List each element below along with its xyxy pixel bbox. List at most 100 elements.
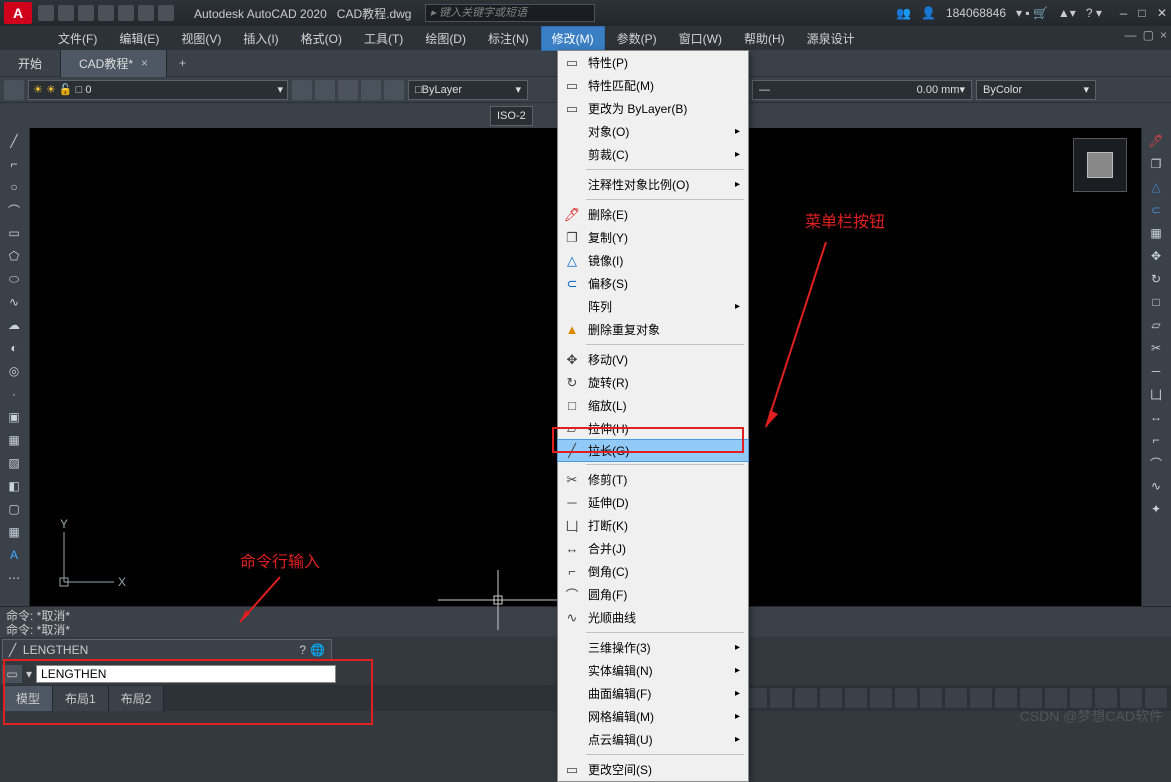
offset-icon[interactable]: ⊂ <box>1144 199 1168 221</box>
help-icon[interactable]: ? <box>299 643 306 657</box>
dim-inspect-icon[interactable] <box>364 106 386 126</box>
blend-icon[interactable]: ∿ <box>1144 475 1168 497</box>
qat-new-icon[interactable] <box>38 5 54 21</box>
globe-icon[interactable]: 🌐 <box>310 643 325 657</box>
otrack-icon[interactable] <box>820 688 842 708</box>
menu-item-缩放L[interactable]: □缩放(L) <box>558 394 748 417</box>
dim-baseline-icon[interactable] <box>220 106 242 126</box>
gradient-icon[interactable]: ◧ <box>2 475 26 497</box>
qat-save-icon[interactable] <box>78 5 94 21</box>
layer-tool-icon[interactable] <box>315 80 335 100</box>
menu-item-实体编辑N[interactable]: 实体编辑(N) <box>558 659 748 682</box>
menu-item-剪裁C[interactable]: 剪裁(C) <box>558 143 748 166</box>
break-icon[interactable]: 凵 <box>1144 383 1168 405</box>
block-icon[interactable]: ▣ <box>2 406 26 428</box>
menu-插入I[interactable]: 插入(I) <box>233 27 288 50</box>
dim-arc-icon[interactable] <box>52 106 74 126</box>
table-icon[interactable]: ▦ <box>2 521 26 543</box>
menu-item-延伸D[interactable]: ─延伸(D) <box>558 491 748 514</box>
help-icon[interactable]: ? ▾ <box>1086 6 1102 20</box>
workspace-icon[interactable] <box>945 688 967 708</box>
annotation-mon-icon[interactable] <box>970 688 992 708</box>
dim-jogged-icon[interactable] <box>124 106 146 126</box>
menu-item-复制Y[interactable]: ❐复制(Y) <box>558 226 748 249</box>
lineweight-dropdown[interactable]: — 0.00 mm ▾ <box>752 80 972 100</box>
user-icon[interactable]: 👤 <box>921 6 936 20</box>
annoscale-icon[interactable] <box>920 688 942 708</box>
search-input[interactable]: ▸ 键入关键字或短语 <box>425 4 595 22</box>
menu-item-删除重复对象[interactable]: ▲删除重复对象 <box>558 318 748 341</box>
hatch-icon[interactable]: ▨ <box>2 452 26 474</box>
move-icon[interactable]: ✥ <box>1144 245 1168 267</box>
menu-item-偏移S[interactable]: ⊂偏移(S) <box>558 272 748 295</box>
cleanscreen-icon[interactable] <box>1120 688 1142 708</box>
autocomplete-item[interactable]: ╱ LENGTHEN ?🌐 <box>2 639 332 661</box>
dim-break-icon[interactable] <box>292 106 314 126</box>
menu-格式O[interactable]: 格式(O) <box>291 27 352 50</box>
menu-item-注释性对象比例O[interactable]: 注释性对象比例(O) <box>558 173 748 196</box>
mdi-close[interactable]: × <box>1160 28 1167 42</box>
dim-tol-icon[interactable] <box>316 106 338 126</box>
dim-jogline-icon[interactable] <box>388 106 410 126</box>
insert-icon[interactable]: ▦ <box>2 429 26 451</box>
layout-tab[interactable]: 布局1 <box>53 686 109 711</box>
menu-item-倒角C[interactable]: ⌐倒角(C) <box>558 560 748 583</box>
menu-item-更改为 ByLayerB[interactable]: ▭更改为 ByLayer(B) <box>558 97 748 120</box>
menu-参数P[interactable]: 参数(P) <box>607 27 667 50</box>
point-icon[interactable]: · <box>2 383 26 405</box>
revcloud-icon[interactable]: ☁ <box>2 314 26 336</box>
dim-ordinate-icon[interactable] <box>76 106 98 126</box>
rect-icon[interactable]: ▭ <box>2 222 26 244</box>
menu-item-合并J[interactable]: ↔合并(J) <box>558 537 748 560</box>
menu-item-旋转R[interactable]: ↻旋转(R) <box>558 371 748 394</box>
hardware-icon[interactable] <box>1095 688 1117 708</box>
menu-工具T[interactable]: 工具(T) <box>354 27 413 50</box>
dim-center-icon[interactable] <box>340 106 362 126</box>
menu-源泉设计[interactable]: 源泉设计 <box>797 27 865 50</box>
qat-saveas-icon[interactable] <box>98 5 114 21</box>
polar-icon[interactable] <box>770 688 792 708</box>
qat-open-icon[interactable] <box>58 5 74 21</box>
mdi-restore[interactable]: ▢ <box>1143 28 1154 42</box>
menu-item-特性P[interactable]: ▭特性(P) <box>558 51 748 74</box>
customize-icon[interactable] <box>1145 688 1167 708</box>
menu-标注N[interactable]: 标注(N) <box>478 27 539 50</box>
layout-tab[interactable]: 布局2 <box>109 686 165 711</box>
menu-item-拉长G[interactable]: ╱拉长(G) <box>557 439 749 462</box>
cycling-icon[interactable] <box>895 688 917 708</box>
menu-编辑E[interactable]: 编辑(E) <box>109 27 169 50</box>
menu-item-阵列[interactable]: 阵列 <box>558 295 748 318</box>
array-icon[interactable]: ▦ <box>1144 222 1168 244</box>
view-cube[interactable] <box>1073 138 1127 192</box>
dimstyle-dropdown[interactable]: ISO-2 <box>490 106 533 126</box>
layer-tool-icon[interactable] <box>384 80 404 100</box>
circle-icon[interactable]: ○ <box>2 176 26 198</box>
dim-tedit-icon[interactable] <box>436 106 458 126</box>
command-prompt-icon[interactable]: ▭ <box>2 665 22 683</box>
erase-icon[interactable]: 🖊 <box>1144 130 1168 152</box>
menu-item-点云编辑U[interactable]: 点云编辑(U) <box>558 728 748 751</box>
pline-icon[interactable]: ⌐ <box>2 153 26 175</box>
polygon-icon[interactable]: ⬠ <box>2 245 26 267</box>
tab-close-icon[interactable]: × <box>141 56 148 70</box>
donut-icon[interactable]: ◎ <box>2 360 26 382</box>
layer-tool-icon[interactable] <box>361 80 381 100</box>
dim-quick-icon[interactable] <box>196 106 218 126</box>
arc-icon[interactable]: ⌒ <box>2 199 26 221</box>
scale-icon[interactable]: □ <box>1144 291 1168 313</box>
units-icon[interactable] <box>995 688 1017 708</box>
dim-angular-icon[interactable] <box>172 106 194 126</box>
quickprops-icon[interactable] <box>1020 688 1042 708</box>
close-button[interactable]: ✕ <box>1157 7 1167 21</box>
new-tab-button[interactable]: + <box>167 51 198 75</box>
dim-continue-icon[interactable] <box>244 106 266 126</box>
menu-item-光顺曲线[interactable]: ∿光顺曲线 <box>558 606 748 629</box>
join-icon[interactable]: ↔ <box>1144 406 1168 428</box>
menu-视图V[interactable]: 视图(V) <box>171 27 231 50</box>
dim-radius-icon[interactable] <box>100 106 122 126</box>
trim-icon[interactable]: ✂ <box>1144 337 1168 359</box>
layer-props-icon[interactable] <box>4 80 24 100</box>
app-switcher-icon[interactable]: ▲▾ <box>1058 6 1076 20</box>
layer-tool-icon[interactable] <box>292 80 312 100</box>
menu-item-删除E[interactable]: 🖊删除(E) <box>558 203 748 226</box>
